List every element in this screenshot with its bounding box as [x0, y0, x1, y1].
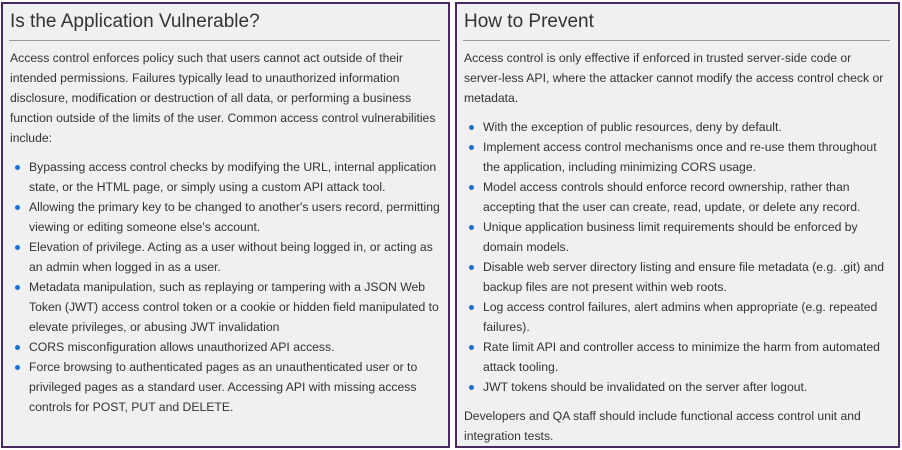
list-item: Metadata manipulation, such as replaying… — [15, 277, 440, 337]
prevent-intro: Access control is only effective if enfo… — [464, 51, 884, 105]
bullet-icon — [15, 345, 20, 350]
list-item-text: Disable web server directory listing and… — [483, 260, 885, 294]
list-item: Force browsing to authenticated pages as… — [15, 357, 440, 417]
bullet-icon — [469, 305, 474, 310]
list-item-text: Bypassing access control checks by modif… — [29, 160, 437, 194]
list-item-text: Rate limit API and controller access to … — [483, 340, 880, 374]
bullet-icon — [15, 165, 20, 170]
prevent-heading: How to Prevent — [463, 10, 890, 41]
list-item-text: CORS misconfiguration allows unauthorize… — [29, 340, 335, 354]
list-item-text: Log access control failures, alert admin… — [483, 300, 878, 334]
bullet-icon — [469, 385, 474, 390]
bullet-icon — [469, 185, 474, 190]
list-item: Allowing the primary key to be changed t… — [15, 197, 440, 237]
bullet-icon — [469, 265, 474, 270]
list-item-text: Force browsing to authenticated pages as… — [29, 360, 418, 414]
list-item: Model access controls should enforce rec… — [469, 177, 890, 217]
prevent-list: With the exception of public resources, … — [463, 117, 890, 397]
vulnerable-intro: Access control enforces policy such that… — [10, 51, 436, 145]
bullet-icon — [15, 205, 20, 210]
prevent-panel: How to Prevent Access control is only ef… — [455, 2, 900, 448]
list-item: Unique application business limit requir… — [469, 217, 890, 257]
bullet-icon — [15, 245, 20, 250]
vulnerable-panel: Is the Application Vulnerable? Access co… — [1, 2, 450, 448]
bullet-icon — [469, 225, 474, 230]
list-item-text: Allowing the primary key to be changed t… — [29, 200, 440, 234]
list-item: JWT tokens should be invalidated on the … — [469, 377, 890, 397]
vulnerable-heading: Is the Application Vulnerable? — [9, 10, 440, 41]
list-item: Log access control failures, alert admin… — [469, 297, 890, 337]
list-item: With the exception of public resources, … — [469, 117, 890, 137]
list-item-text: Elevation of privilege. Acting as a user… — [29, 240, 433, 274]
list-item: Disable web server directory listing and… — [469, 257, 890, 297]
bullet-icon — [469, 145, 474, 150]
list-item-text: With the exception of public resources, … — [483, 120, 782, 134]
list-item-text: Implement access control mechanisms once… — [483, 140, 877, 174]
bullet-icon — [15, 285, 20, 290]
list-item-text: JWT tokens should be invalidated on the … — [483, 380, 808, 394]
list-item-text: Metadata manipulation, such as replaying… — [29, 280, 439, 334]
list-item-text: Model access controls should enforce rec… — [483, 180, 861, 214]
list-item: Rate limit API and controller access to … — [469, 337, 890, 377]
bullet-icon — [15, 365, 20, 370]
list-item: Bypassing access control checks by modif… — [15, 157, 440, 197]
list-item: CORS misconfiguration allows unauthorize… — [15, 337, 440, 357]
bullet-icon — [469, 345, 474, 350]
list-item: Elevation of privilege. Acting as a user… — [15, 237, 440, 277]
list-item: Implement access control mechanisms once… — [469, 137, 890, 177]
list-item-text: Unique application business limit requir… — [483, 220, 858, 254]
prevent-outro: Developers and QA staff should include f… — [464, 409, 861, 443]
bullet-icon — [469, 125, 474, 130]
vulnerable-list: Bypassing access control checks by modif… — [9, 157, 440, 417]
